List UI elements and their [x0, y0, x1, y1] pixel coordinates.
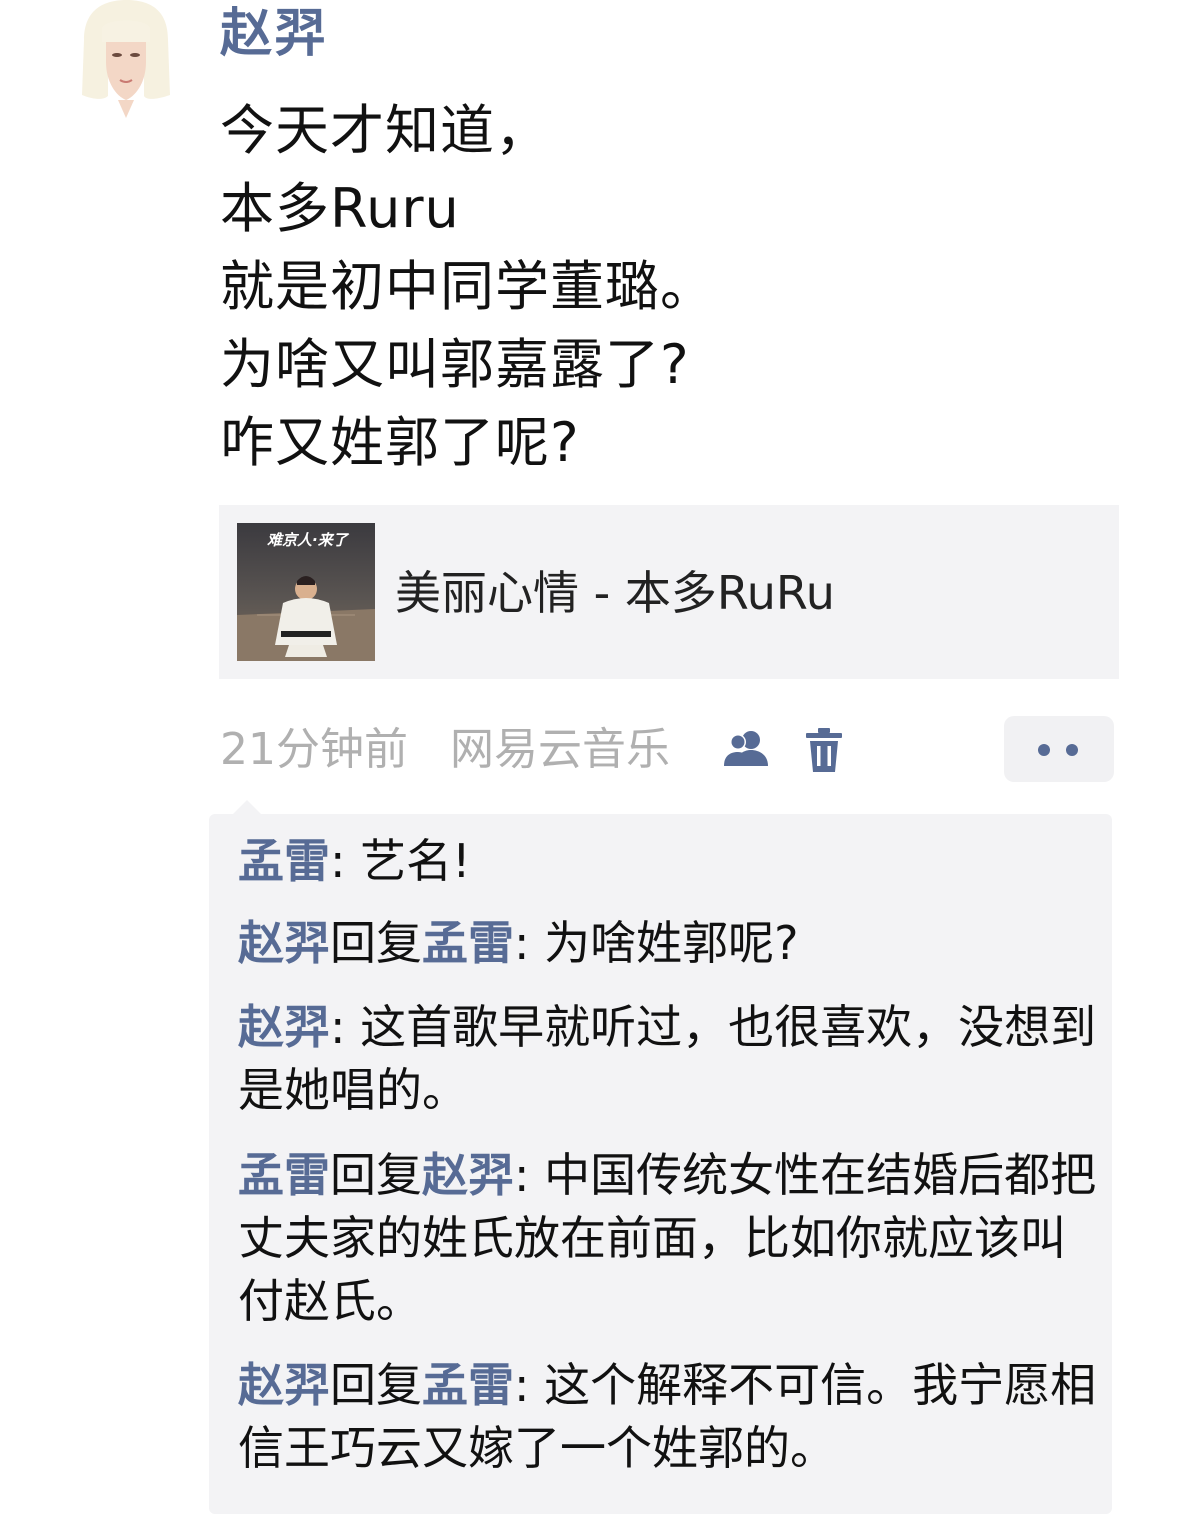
author-avatar[interactable] — [76, 0, 176, 120]
music-title: 美丽心情 - 本多RuRu — [395, 566, 835, 620]
post-line: 今天才知道， — [220, 99, 550, 162]
trash-icon[interactable] — [796, 722, 852, 778]
comment-item[interactable]: 赵羿回复孟雷: 为啥姓郭呢? — [238, 912, 1098, 975]
post-body: 今天才知道， 本多Ruru 就是初中同学董璐。 为啥又叫郭嘉露了? 咋又姓郭了呢… — [220, 92, 1100, 482]
post-line: 就是初中同学董璐。 — [220, 255, 715, 318]
post-meta-row: 21分钟前 网易云音乐 — [220, 716, 1120, 782]
people-icon[interactable] — [718, 722, 774, 778]
comment-reply-word: 回复 — [330, 916, 422, 970]
comment-item[interactable]: 赵羿: 这首歌早就听过，也很喜欢，没想到是她唱的。 — [238, 996, 1098, 1122]
comment-separator: : — [514, 916, 545, 970]
comment-separator: : — [330, 834, 361, 888]
comment-author[interactable]: 赵羿 — [238, 1000, 330, 1054]
comment-item[interactable]: 孟雷回复赵羿: 中国传统女性在结婚后都把丈夫家的姓氏放在前面，比如你就应该叫付赵… — [238, 1144, 1098, 1333]
comments-panel: 孟雷: 艺名! 赵羿回复孟雷: 为啥姓郭呢? 赵羿: 这首歌早就听过，也很喜欢，… — [209, 800, 1112, 1514]
comment-reply-word: 回复 — [330, 1358, 422, 1412]
more-dot — [1066, 744, 1078, 756]
comment-author[interactable]: 孟雷 — [238, 834, 330, 888]
post-line: 咋又姓郭了呢? — [220, 411, 580, 474]
comment-item[interactable]: 孟雷: 艺名! — [238, 830, 1098, 893]
comment-text: 为啥姓郭呢? — [544, 916, 799, 970]
comment-text: 这首歌早就听过，也很喜欢，没想到是她唱的。 — [238, 1000, 1097, 1117]
comment-reply-target[interactable]: 赵羿 — [422, 1148, 514, 1202]
comment-separator: : — [514, 1148, 545, 1202]
comment-item[interactable]: 赵羿回复孟雷: 这个解释不可信。我宁愿相信王巧云又嫁了一个姓郭的。 — [238, 1354, 1098, 1480]
post-line: 本多Ruru — [220, 177, 460, 240]
more-dot — [1038, 744, 1050, 756]
comment-reply-target[interactable]: 孟雷 — [422, 1358, 514, 1412]
post-author-name[interactable]: 赵羿 — [220, 2, 328, 66]
more-dots-icon[interactable] — [1004, 716, 1114, 782]
comment-separator: : — [514, 1358, 545, 1412]
comment-separator: : — [330, 1000, 361, 1054]
comment-text: 艺名! — [360, 834, 471, 888]
post-source-link[interactable]: 网易云音乐 — [450, 720, 670, 780]
comment-author[interactable]: 孟雷 — [238, 1148, 330, 1202]
music-share-card[interactable]: 难京人·来了 美丽心情 - 本多RuRu — [219, 505, 1119, 679]
comment-reply-target[interactable]: 孟雷 — [422, 916, 514, 970]
album-cover-text: 难京人·来了 — [267, 531, 348, 549]
comment-author[interactable]: 赵羿 — [238, 1358, 330, 1412]
avatar-illustration-icon — [76, 0, 176, 120]
post-timestamp: 21分钟前 — [220, 724, 408, 775]
post-line: 为啥又叫郭嘉露了? — [220, 333, 690, 396]
album-cover: 难京人·来了 — [237, 523, 375, 661]
comment-author[interactable]: 赵羿 — [238, 916, 330, 970]
comment-reply-word: 回复 — [330, 1148, 422, 1202]
